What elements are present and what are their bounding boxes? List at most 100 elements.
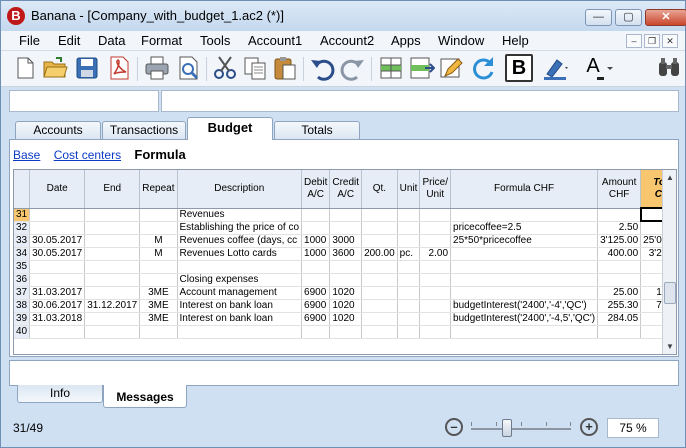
cell-price[interactable] (419, 299, 452, 313)
cell-unit[interactable] (397, 273, 421, 287)
row-number[interactable]: 38 (14, 299, 31, 313)
cell-repeat[interactable]: M (139, 234, 178, 248)
cell-price[interactable] (419, 273, 452, 287)
print-icon[interactable] (143, 54, 171, 82)
cell-amount[interactable] (597, 208, 642, 222)
tab-info[interactable]: Info (17, 385, 103, 403)
tab-budget[interactable]: Budget (187, 117, 273, 140)
edit-pencil-icon[interactable] (437, 54, 465, 82)
cell-amount[interactable]: 25.00 (597, 286, 642, 300)
cell-date[interactable]: 30.05.2017 (29, 234, 86, 248)
cell-credit[interactable]: 3000 (329, 234, 363, 248)
scroll-thumb[interactable] (664, 282, 676, 304)
cell-repeat[interactable] (139, 260, 178, 274)
cell-price[interactable] (419, 260, 452, 274)
row-number[interactable]: 34 (14, 247, 31, 261)
mdi-close-button[interactable]: ✕ (662, 34, 678, 48)
table-row[interactable]: 35 (14, 260, 676, 274)
cell-unit[interactable]: pc. (397, 247, 421, 261)
cell-repeat[interactable]: M (139, 247, 178, 261)
cell-amount[interactable] (597, 260, 642, 274)
menu-file[interactable]: File (17, 33, 42, 48)
cell-date[interactable] (29, 221, 86, 235)
mdi-minimize-button[interactable]: – (626, 34, 642, 48)
cell-credit[interactable] (329, 273, 363, 287)
menu-edit[interactable]: Edit (56, 33, 82, 48)
cell-unit[interactable] (397, 286, 421, 300)
cell-amount[interactable]: 2.50 (597, 221, 642, 235)
table-row[interactable]: 40 (14, 325, 676, 339)
cell-credit[interactable]: 1020 (329, 312, 363, 326)
cell-end[interactable] (84, 273, 141, 287)
cell-desc[interactable] (177, 260, 303, 274)
cut-icon[interactable] (211, 54, 239, 82)
table-row[interactable]: 36 Closing expenses (14, 273, 676, 287)
menu-format[interactable]: Format (139, 33, 184, 48)
col-header-amount[interactable]: Amount CHF (597, 170, 642, 209)
cell-price[interactable] (419, 221, 452, 235)
col-header-date[interactable]: Date (29, 170, 86, 209)
cell-qt[interactable] (361, 286, 398, 300)
table-row[interactable]: 38 30.06.2017 31.12.2017 3ME Interest on ban… (14, 299, 676, 313)
row-number[interactable]: 35 (14, 260, 31, 274)
view-formula-current[interactable]: Formula (134, 147, 185, 162)
cell-qt[interactable] (361, 221, 398, 235)
close-button[interactable]: ✕ (645, 9, 686, 26)
scroll-down-icon[interactable]: ▼ (664, 340, 676, 353)
cell-debit[interactable]: 1000 (301, 234, 331, 248)
cell-end[interactable] (84, 312, 141, 326)
cell-unit[interactable] (397, 299, 421, 313)
cell-qt[interactable] (361, 325, 398, 339)
row-number[interactable]: 33 (14, 234, 31, 248)
cell-desc[interactable]: Interest on bank loan (177, 299, 303, 313)
move-rows-icon[interactable] (407, 54, 435, 82)
cell-content-editor[interactable] (161, 90, 679, 112)
menu-window[interactable]: Window (436, 33, 486, 48)
highlighter-icon[interactable] (541, 54, 569, 82)
table-row[interactable]: 37 31.03.2017 3ME Account management 6900 102… (14, 286, 676, 300)
cell-formula[interactable] (450, 325, 599, 339)
cell-date[interactable]: 31.03.2017 (29, 286, 86, 300)
cell-date[interactable] (29, 208, 86, 222)
cell-amount[interactable] (597, 273, 642, 287)
cell-unit[interactable] (397, 260, 421, 274)
tab-totals[interactable]: Totals (274, 121, 360, 139)
zoom-slider-thumb[interactable] (502, 419, 512, 437)
cell-amount[interactable]: 255.30 (597, 299, 642, 313)
cell-price[interactable] (419, 208, 452, 222)
cell-date[interactable] (29, 273, 86, 287)
cell-formula[interactable] (450, 247, 599, 261)
cell-desc[interactable]: Account management (177, 286, 303, 300)
cell-price[interactable]: 2.00 (419, 247, 452, 261)
menu-tools[interactable]: Tools (198, 33, 232, 48)
cell-unit[interactable] (397, 221, 421, 235)
menu-apps[interactable]: Apps (389, 33, 423, 48)
cell-debit[interactable] (301, 260, 331, 274)
cell-price[interactable] (419, 286, 452, 300)
cell-unit[interactable] (397, 208, 421, 222)
cell-repeat[interactable]: 3ME (139, 286, 178, 300)
table-row[interactable]: 39 31.03.2018 3ME Interest on bank loan 6900… (14, 312, 676, 326)
paste-icon[interactable] (271, 54, 299, 82)
cell-debit[interactable] (301, 273, 331, 287)
cell-qt[interactable] (361, 208, 398, 222)
cell-date[interactable] (29, 325, 86, 339)
open-folder-icon[interactable] (41, 54, 69, 82)
cell-desc[interactable]: Establishing the price of co (177, 221, 303, 235)
pdf-icon[interactable] (105, 54, 133, 82)
cell-amount[interactable]: 3'125.00 (597, 234, 642, 248)
cell-formula[interactable] (450, 260, 599, 274)
row-number[interactable]: 37 (14, 286, 31, 300)
menu-account2[interactable]: Account2 (318, 33, 376, 48)
cell-reference-field[interactable] (9, 90, 159, 112)
cell-qt[interactable]: 200.00 (361, 247, 398, 261)
cell-credit[interactable]: 1020 (329, 286, 363, 300)
font-color-dropdown-icon[interactable] (597, 54, 625, 82)
cell-desc[interactable]: Interest on bank loan (177, 312, 303, 326)
bold-button[interactable]: B (505, 54, 533, 82)
maximize-button[interactable]: ▢ (615, 9, 642, 26)
menu-account1[interactable]: Account1 (246, 33, 304, 48)
cell-credit[interactable]: 3600 (329, 247, 363, 261)
cell-repeat[interactable]: 3ME (139, 312, 178, 326)
cell-qt[interactable] (361, 299, 398, 313)
